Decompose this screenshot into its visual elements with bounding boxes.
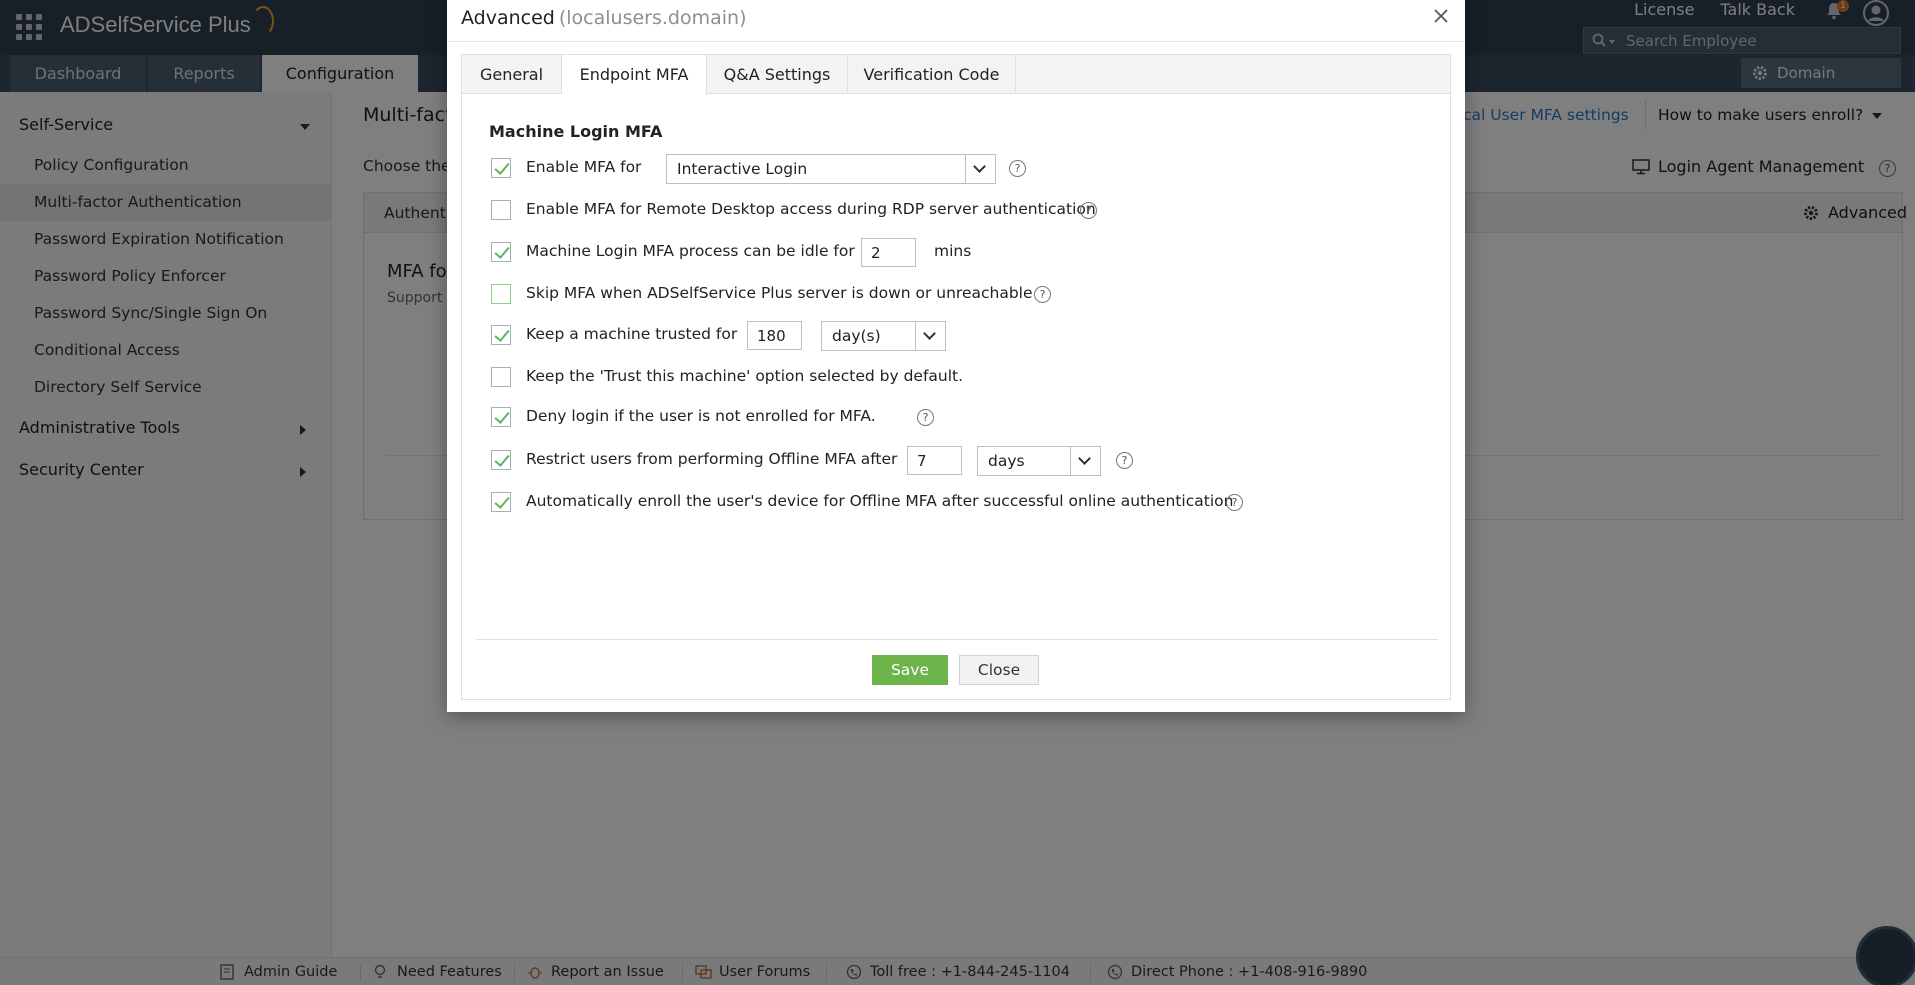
offline-mfa-checkbox[interactable] [491,450,511,470]
option-auto-enroll: Automatically enroll the user's device f… [491,488,1441,516]
advanced-dialog: Advanced (localusers.domain) General Endp… [447,0,1465,712]
offline-duration-input[interactable] [907,446,962,475]
rdp-mfa-checkbox[interactable] [491,200,511,220]
trusted-machine-checkbox[interactable] [491,325,511,345]
help-icon[interactable]: ? [1116,452,1133,469]
option-idle-time: Machine Login MFA process can be idle fo… [491,238,1441,267]
option-deny-login: Deny login if the user is not enrolled f… [491,403,1441,431]
divider [476,639,1438,640]
dialog-body: General Endpoint MFA Q&A Settings Verifi… [461,54,1451,700]
close-button[interactable]: Close [959,655,1039,685]
option-trust-default: Keep the 'Trust this machine' option sel… [491,363,1441,391]
chevron-down-icon [923,327,936,340]
tab-endpoint-mfa[interactable]: Endpoint MFA [562,55,707,95]
tab-general[interactable]: General [462,55,562,94]
option-enable-mfa: Enable MFA for Interactive Login ? [491,154,1441,184]
idle-time-label: Machine Login MFA process can be idle fo… [526,242,855,260]
help-icon[interactable]: ? [1034,286,1051,303]
divider [447,41,1465,42]
tab-qa-settings[interactable]: Q&A Settings [707,55,848,94]
idle-unit: mins [934,242,972,260]
option-offline-mfa: Restrict users from performing Offline M… [491,446,1441,476]
chevron-down-icon [1078,452,1091,465]
option-skip-mfa: Skip MFA when ADSelfService Plus server … [491,280,1441,308]
offline-unit-value: days [988,452,1025,470]
trusted-unit-select[interactable]: day(s) [821,321,946,351]
skip-mfa-label: Skip MFA when ADSelfService Plus server … [526,284,1033,302]
close-icon[interactable] [1431,6,1451,26]
dialog-title: Advanced (localusers.domain) [461,7,747,29]
login-type-value: Interactive Login [677,160,808,178]
option-trusted-machine: Keep a machine trusted for day(s) [491,321,1441,351]
enable-mfa-label: Enable MFA for [526,158,642,176]
section-heading: Machine Login MFA [489,122,663,141]
option-rdp: Enable MFA for Remote Desktop access dur… [491,196,1441,224]
help-icon[interactable]: ? [1226,494,1243,511]
trusted-machine-label: Keep a machine trusted for [526,325,738,343]
offline-mfa-label: Restrict users from performing Offline M… [526,450,898,468]
tab-verification-code[interactable]: Verification Code [848,55,1016,94]
idle-minutes-input[interactable] [861,238,916,267]
rdp-mfa-label: Enable MFA for Remote Desktop access dur… [526,200,1096,218]
deny-login-label: Deny login if the user is not enrolled f… [526,407,876,425]
help-icon[interactable]: ? [917,409,934,426]
dialog-title-text: Advanced [461,7,555,29]
trusted-duration-input[interactable] [747,321,802,350]
offline-unit-select[interactable]: days [977,446,1101,476]
dialog-subtitle: (localusers.domain) [558,7,747,29]
chevron-down-icon [973,160,986,173]
help-icon[interactable]: ? [1080,202,1097,219]
skip-mfa-checkbox[interactable] [491,284,511,304]
login-type-select[interactable]: Interactive Login [666,154,996,184]
auto-enroll-label: Automatically enroll the user's device f… [526,492,1234,510]
idle-time-checkbox[interactable] [491,242,511,262]
enable-mfa-checkbox[interactable] [491,158,511,178]
trusted-unit-value: day(s) [832,327,881,345]
trust-default-label: Keep the 'Trust this machine' option sel… [526,367,964,385]
trust-default-checkbox[interactable] [491,367,511,387]
auto-enroll-checkbox[interactable] [491,492,511,512]
save-button[interactable]: Save [872,655,948,685]
help-icon[interactable]: ? [1009,160,1026,177]
deny-login-checkbox[interactable] [491,407,511,427]
dialog-tabs: General Endpoint MFA Q&A Settings Verifi… [462,55,1450,95]
